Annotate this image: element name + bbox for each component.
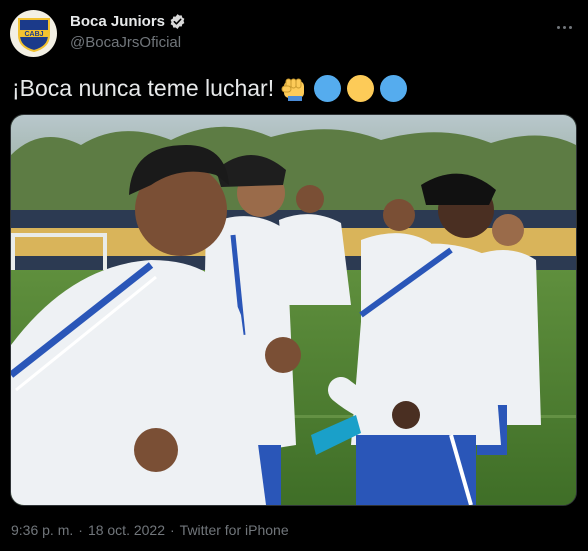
blue-circle-icon	[380, 75, 408, 102]
separator: ·	[78, 522, 83, 538]
separator: ·	[170, 522, 175, 538]
tweet-time[interactable]: 9:36 p. m.	[11, 522, 73, 538]
tweet-source[interactable]: Twitter for iPhone	[180, 522, 289, 538]
boca-crest-icon: CABJ	[17, 17, 50, 52]
tweet-meta: 9:36 p. m. · 18 oct. 2022 · Twitter for …	[11, 522, 289, 538]
tweet-date[interactable]: 18 oct. 2022	[88, 522, 165, 538]
more-options-icon[interactable]	[552, 17, 576, 37]
players-training-photo	[11, 115, 576, 505]
avatar[interactable]: CABJ	[10, 10, 57, 57]
tweet-header: CABJ Boca Juniors @BocaJrsOficial	[10, 9, 578, 59]
tweet-text-content: ¡Boca nunca teme luchar!	[12, 75, 275, 101]
verified-badge-icon	[170, 14, 185, 29]
blue-circle-icon	[314, 75, 342, 102]
yellow-circle-icon	[347, 75, 375, 102]
tweet-photo[interactable]	[10, 114, 577, 506]
display-name[interactable]: Boca Juniors	[70, 13, 165, 30]
tweet-text: ¡Boca nunca teme luchar!	[12, 75, 408, 102]
handle[interactable]: @BocaJrsOficial	[70, 34, 186, 51]
svg-text:CABJ: CABJ	[24, 31, 43, 38]
fist-icon	[281, 78, 305, 101]
display-name-row[interactable]: Boca Juniors	[70, 13, 186, 30]
